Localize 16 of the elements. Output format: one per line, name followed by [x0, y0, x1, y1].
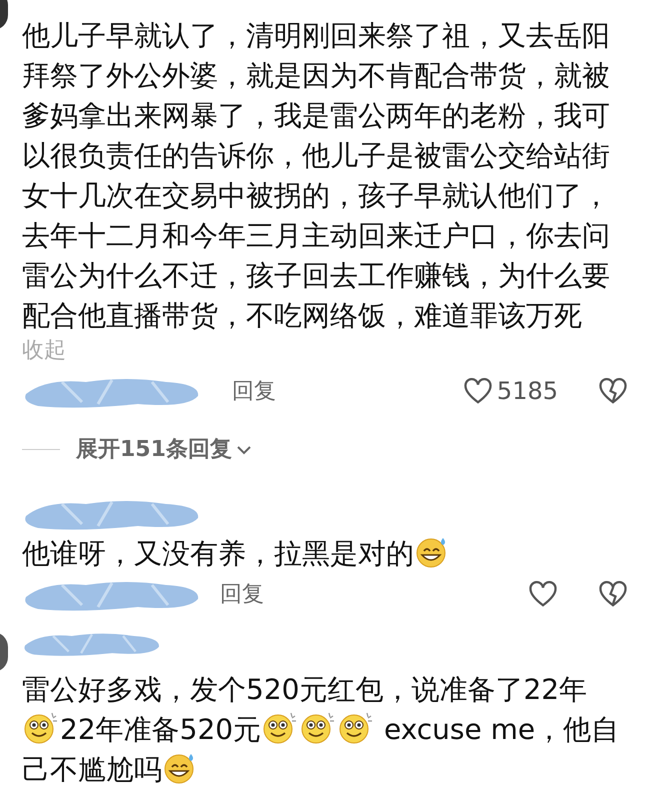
comment-text: 雷公好多戏，发个520元红包，说准备了22年 22年准备520元 excuse me，他自己不尴尬吗 [22, 672, 620, 788]
broken-heart-icon[interactable] [598, 377, 628, 405]
comment-text: 他儿子早就认了，清明刚回来祭了祖，又去岳阳拜祭了外公外婆，就是因为不肯配合带货，就被爹妈拿出来网暴了，我是雷公两年的老粉，我可以很负责任的告诉你，他儿子是被雷公交给站街女十几次在交易中被拐的，孩子早就认他们了，去年十二月和今年三月主动回来迁户口，你去问雷公为什么不迁，孩子回去工作赚钱，为什么要配合他直播带货，不吃网络饭，难道罪该万死 [22, 18, 611, 334]
heart-icon[interactable] [528, 580, 558, 608]
comment-text: 他谁呀，又没有养，拉黑是对的 [22, 534, 622, 574]
broken-heart-icon[interactable] [598, 580, 628, 608]
dizzy-smile-emoji-icon [23, 711, 59, 745]
chevron-down-icon [236, 444, 252, 456]
heart-icon[interactable] [462, 377, 493, 405]
dizzy-smile-emoji-icon [262, 711, 298, 745]
like-count: 5185 [496, 376, 558, 407]
dizzy-smile-emoji-icon [338, 711, 374, 745]
reply-button[interactable]: 回复 [220, 578, 264, 610]
reply-button[interactable]: 回复 [232, 374, 276, 408]
dizzy-smile-emoji-icon [300, 711, 336, 745]
expand-replies-button[interactable]: 展开151条回复 [76, 433, 252, 466]
